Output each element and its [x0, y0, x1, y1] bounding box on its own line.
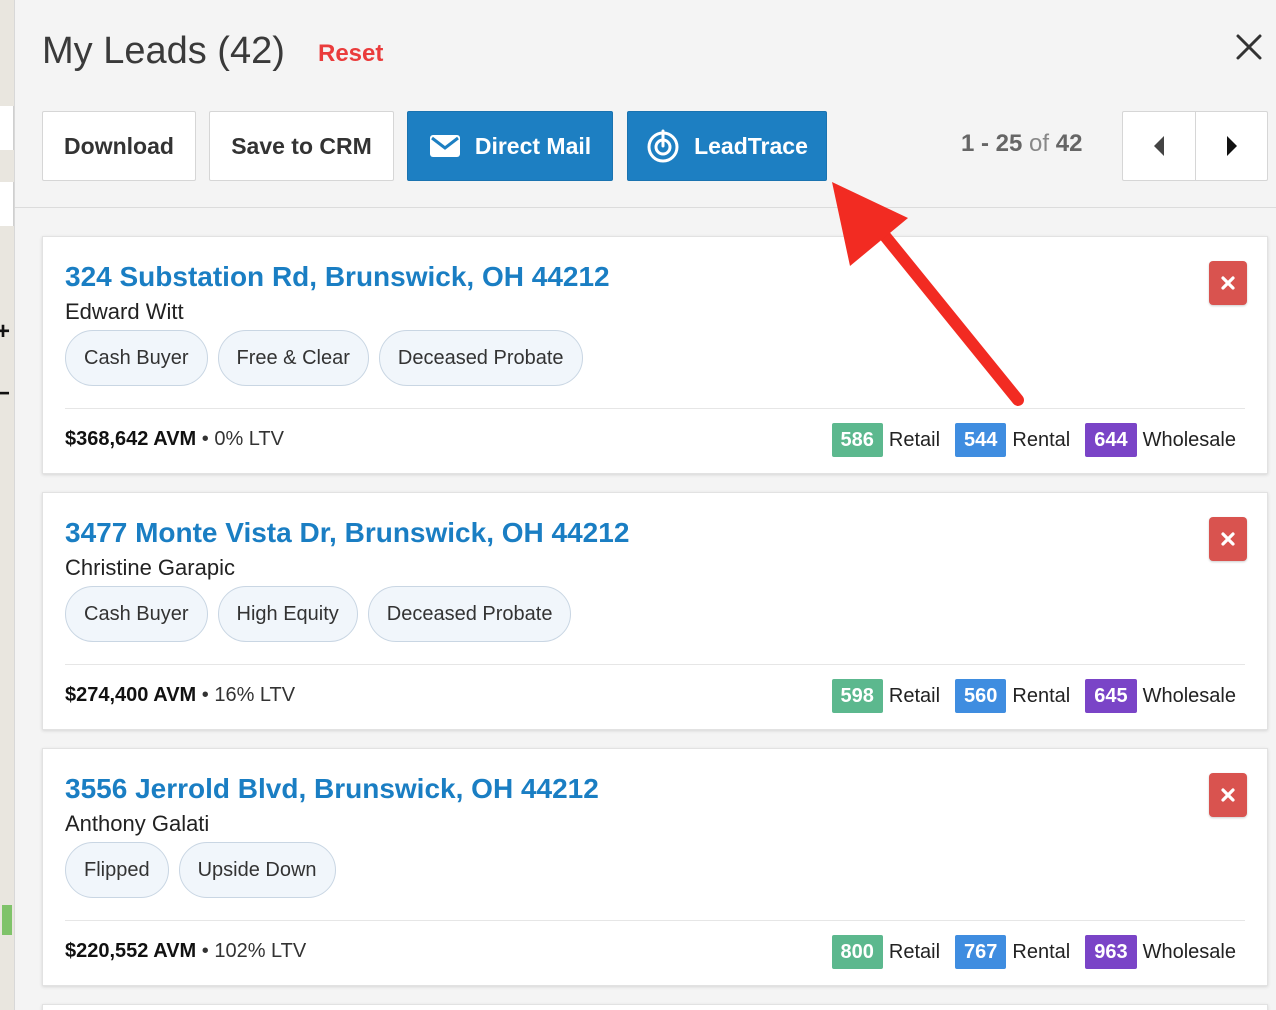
retail-score: 586 — [831, 423, 883, 457]
rental-label: Rental — [1012, 940, 1071, 963]
lead-avm: $220,552 AVM — [65, 940, 197, 962]
pagination-summary: 1 - 25 of 42 — [961, 130, 1082, 158]
lead-avm: $368,642 AVM — [65, 428, 197, 450]
rental-score: 560 — [955, 679, 1007, 713]
lead-ltv: 0% LTV — [214, 428, 284, 450]
map-edge: + − — [0, 0, 14, 1010]
lead-address[interactable]: 3477 Monte Vista Dr, Brunswick, OH 44212 — [65, 517, 629, 549]
rental-label: Rental — [1012, 684, 1071, 707]
card-divider — [65, 664, 1245, 665]
caret-right-icon — [1226, 136, 1237, 156]
pagination-controls — [1122, 111, 1268, 181]
map-control[interactable] — [0, 182, 14, 226]
close-button[interactable] — [1233, 28, 1265, 64]
lead-tag: Deceased Probate — [367, 586, 572, 642]
lead-tag: Flipped — [65, 842, 169, 898]
retail-score: 800 — [831, 935, 883, 969]
wholesale-label: Wholesale — [1142, 940, 1236, 963]
reset-link[interactable]: Reset — [318, 40, 383, 68]
lead-card: 3556 Jerrold Blvd, Brunswick, OH 44212 A… — [42, 748, 1268, 986]
lead-card — [42, 1004, 1268, 1010]
direct-mail-label: Direct Mail — [474, 132, 592, 159]
lead-tag: Upside Down — [178, 842, 336, 898]
lead-ltv: 16% LTV — [214, 684, 296, 706]
lead-tags: Cash Buyer Free & Clear Deceased Probate — [65, 330, 583, 386]
target-icon — [646, 129, 680, 163]
rental-score: 767 — [955, 935, 1007, 969]
remove-lead-button[interactable] — [1209, 517, 1247, 561]
lead-owner: Christine Garapic — [65, 555, 235, 580]
x-icon — [1221, 276, 1235, 290]
lead-card: 3477 Monte Vista Dr, Brunswick, OH 44212… — [42, 492, 1268, 730]
pagination-of: of — [1029, 130, 1050, 157]
leadtrace-button[interactable]: LeadTrace — [627, 111, 827, 181]
lead-tag: Cash Buyer — [65, 586, 208, 642]
wholesale-label: Wholesale — [1142, 684, 1236, 707]
remove-lead-button[interactable] — [1209, 261, 1247, 305]
retail-score: 598 — [831, 679, 883, 713]
leads-panel: My Leads (42) Reset Download Save to CRM… — [14, 0, 1276, 1010]
lead-valuation: $220,552 AVM • 102% LTV — [65, 940, 307, 962]
lead-tags: Flipped Upside Down — [65, 842, 336, 898]
retail-label: Retail — [888, 684, 941, 707]
save-to-crm-button[interactable]: Save to CRM — [209, 111, 394, 181]
card-divider — [65, 408, 1245, 409]
next-page-button[interactable] — [1195, 112, 1267, 180]
rental-label: Rental — [1012, 428, 1071, 451]
x-icon — [1221, 532, 1235, 546]
lead-owner: Anthony Galati — [65, 811, 210, 836]
x-icon — [1221, 788, 1235, 802]
lead-tag: Free & Clear — [217, 330, 369, 386]
rental-score: 544 — [955, 423, 1007, 457]
pagination-range: 1 - 25 — [961, 130, 1023, 157]
save-to-crm-label: Save to CRM — [231, 132, 372, 159]
lead-tag: Cash Buyer — [65, 330, 208, 386]
lead-scores: 586 Retail 544 Rental 644 Wholesale — [831, 423, 1236, 457]
zoom-out-icon[interactable]: − — [0, 380, 10, 408]
lead-address[interactable]: 3556 Jerrold Blvd, Brunswick, OH 44212 — [65, 773, 599, 805]
lead-scores: 800 Retail 767 Rental 963 Wholesale — [831, 935, 1236, 969]
direct-mail-button[interactable]: Direct Mail — [407, 111, 613, 181]
leads-header: My Leads (42) Reset Download Save to CRM… — [15, 0, 1276, 208]
caret-left-icon — [1154, 136, 1164, 156]
lead-avm: $274,400 AVM — [65, 684, 197, 706]
map-park — [2, 905, 12, 935]
leadtrace-label: LeadTrace — [694, 132, 808, 159]
close-icon — [1236, 34, 1262, 60]
envelope-icon — [429, 134, 461, 158]
lead-tags: Cash Buyer High Equity Deceased Probate — [65, 586, 572, 642]
zoom-in-icon[interactable]: + — [0, 318, 10, 346]
page-title: My Leads (42) — [42, 30, 285, 72]
lead-valuation: $274,400 AVM • 16% LTV — [65, 684, 296, 706]
retail-label: Retail — [888, 428, 941, 451]
download-label: Download — [64, 132, 174, 159]
lead-owner: Edward Witt — [65, 299, 184, 324]
lead-valuation: $368,642 AVM • 0% LTV — [65, 428, 284, 450]
map-control[interactable] — [0, 106, 14, 150]
lead-card: 324 Substation Rd, Brunswick, OH 44212 E… — [42, 236, 1268, 474]
lead-scores: 598 Retail 560 Rental 645 Wholesale — [831, 679, 1236, 713]
lead-ltv: 102% LTV — [214, 940, 307, 962]
wholesale-score: 963 — [1085, 935, 1137, 969]
lead-address[interactable]: 324 Substation Rd, Brunswick, OH 44212 — [65, 261, 610, 293]
download-button[interactable]: Download — [42, 111, 196, 181]
retail-label: Retail — [888, 940, 941, 963]
wholesale-score: 645 — [1085, 679, 1137, 713]
card-divider — [65, 920, 1245, 921]
remove-lead-button[interactable] — [1209, 773, 1247, 817]
prev-page-button[interactable] — [1123, 112, 1195, 180]
wholesale-score: 644 — [1085, 423, 1137, 457]
lead-tag: High Equity — [217, 586, 358, 642]
wholesale-label: Wholesale — [1142, 428, 1236, 451]
lead-tag: Deceased Probate — [378, 330, 583, 386]
pagination-total: 42 — [1055, 130, 1083, 157]
